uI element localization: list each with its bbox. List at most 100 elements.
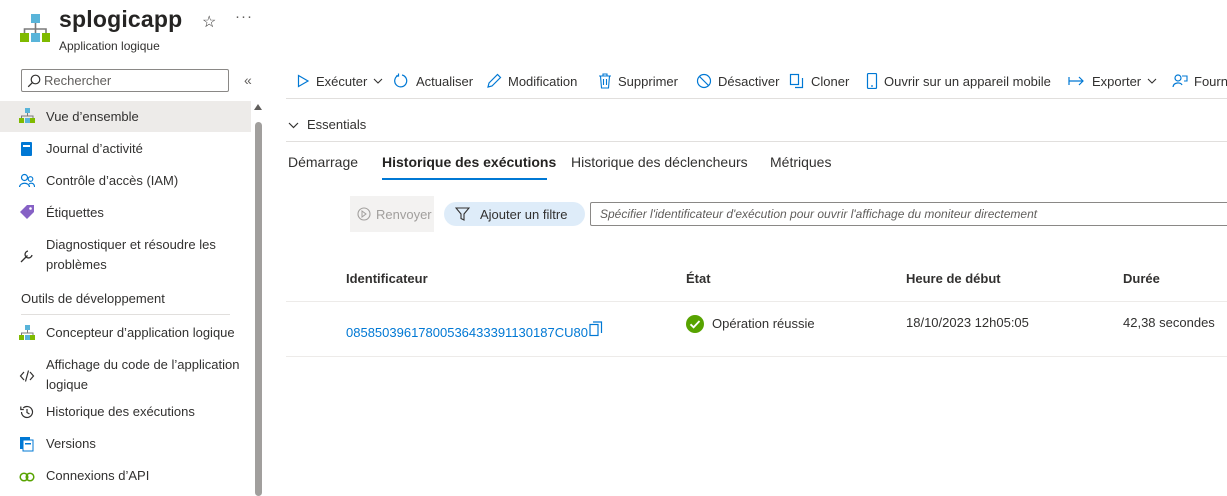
play-icon <box>297 74 310 88</box>
sidebar-item-iam[interactable]: Contrôle d’accès (IAM) <box>0 171 251 191</box>
active-tab-indicator <box>382 178 547 180</box>
page-subtitle: Application logique <box>59 39 160 53</box>
filter-icon <box>455 207 470 221</box>
sidebar-item-diagnose[interactable]: Diagnostiquer et résoudre les problèmes <box>0 235 251 275</box>
status-text: Opération réussie <box>712 316 815 331</box>
sidebar-item-label: Étiquettes <box>46 205 104 220</box>
clone-icon <box>789 73 804 89</box>
disable-label: Désactiver <box>718 73 780 89</box>
pencil-icon <box>487 73 502 88</box>
delete-button[interactable]: Supprimer <box>598 68 678 94</box>
sidebar-item-tags[interactable]: Étiquettes <box>0 203 251 223</box>
export-button[interactable]: Exporter <box>1068 68 1157 94</box>
run-button[interactable]: Exécuter <box>296 68 383 94</box>
column-header-status[interactable]: État <box>686 271 711 286</box>
essentials-toggle[interactable]: Essentials <box>288 117 366 132</box>
table-row-divider <box>286 356 1227 357</box>
scroll-up-arrow-icon[interactable] <box>254 104 262 110</box>
chevron-down-icon <box>288 122 299 128</box>
clone-label: Cloner <box>811 73 850 89</box>
column-header-start-time[interactable]: Heure de début <box>906 271 1001 286</box>
favorite-star-icon[interactable]: ☆ <box>202 12 216 32</box>
logic-app-icon <box>20 14 50 46</box>
sidebar-item-label: Vue d’ensemble <box>46 109 139 124</box>
sidebar-item-label: Connexions d’API <box>46 468 150 483</box>
start-time: 18/10/2023 12h05:05 <box>906 315 1029 330</box>
clone-button[interactable]: Cloner <box>789 68 849 94</box>
disable-button[interactable]: Désactiver <box>696 68 779 94</box>
sidebar-scrollbar-thumb[interactable] <box>255 122 262 496</box>
run-label: Exécuter <box>316 73 368 89</box>
feedback-button[interactable]: Fourn <box>1172 68 1227 94</box>
resend-icon <box>357 207 371 221</box>
section-divider <box>21 314 230 315</box>
tab-trigger-history[interactable]: Historique des déclencheurs <box>571 154 748 170</box>
sidebar-item-label: Historique des exécutions <box>46 404 195 419</box>
column-header-identifier[interactable]: Identificateur <box>346 271 428 286</box>
trash-icon <box>599 73 611 89</box>
export-label: Exporter <box>1092 73 1142 89</box>
essentials-label: Essentials <box>307 117 367 132</box>
more-options-icon[interactable]: ··· <box>235 8 253 25</box>
delete-label: Supprimer <box>618 73 678 89</box>
activity-log-icon <box>19 141 35 157</box>
success-check-icon <box>686 315 704 333</box>
edit-label: Modification <box>508 73 578 89</box>
command-bar: Exécuter Actualiser Modification Supprim… <box>286 68 1227 94</box>
logic-app-icon <box>19 108 35 124</box>
refresh-icon <box>394 73 408 88</box>
sidebar-item-designer[interactable]: Concepteur d’application logique <box>0 323 251 343</box>
edit-button[interactable]: Modification <box>486 68 577 94</box>
table-header-divider <box>286 301 1227 302</box>
disable-icon <box>696 73 712 89</box>
sidebar-item-label: Contrôle d’accès (IAM) <box>46 173 179 188</box>
collapse-sidebar-icon[interactable]: « <box>244 72 252 88</box>
page-title: splogicapp <box>59 6 183 32</box>
api-connections-icon <box>19 468 35 484</box>
run-id-link[interactable]: 08585039617800536433391130187CU80 <box>346 325 588 340</box>
open-mobile-label: Ouvrir sur un appareil mobile <box>884 73 1051 89</box>
export-icon <box>1068 76 1084 86</box>
sidebar-item-activity-log[interactable]: Journal d’activité <box>0 139 251 159</box>
sidebar-item-versions[interactable]: Versions <box>0 434 251 454</box>
toolbar-divider <box>286 98 1227 99</box>
section-header-dev-tools: Outils de développement <box>21 291 165 306</box>
search-input[interactable] <box>44 71 224 90</box>
open-mobile-button[interactable]: Ouvrir sur un appareil mobile <box>866 68 1051 94</box>
sidebar-item-run-history[interactable]: Historique des exécutions <box>0 402 251 422</box>
feedback-icon <box>1172 74 1188 88</box>
duration: 42,38 secondes <box>1123 315 1215 330</box>
copy-icon[interactable] <box>589 321 603 337</box>
sidebar-item-label: Versions <box>46 436 96 451</box>
sidebar-search[interactable] <box>21 69 229 92</box>
sidebar-item-code-view[interactable]: Affichage du code de l’application logiq… <box>0 355 251 395</box>
versions-icon <box>19 436 35 452</box>
essentials-divider <box>286 141 1227 142</box>
wrench-icon <box>19 248 35 264</box>
resend-button[interactable]: Renvoyer <box>350 196 434 232</box>
sidebar-item-label: Journal d’activité <box>46 141 143 156</box>
tab-metrics[interactable]: Métriques <box>770 154 831 170</box>
resend-label: Renvoyer <box>376 206 432 222</box>
sidebar-item-label: Concepteur d’application logique <box>46 325 235 340</box>
run-id-input[interactable] <box>591 203 1227 225</box>
sidebar-item-overview[interactable]: Vue d’ensemble <box>0 101 251 132</box>
add-filter-label: Ajouter un filtre <box>480 206 568 222</box>
people-icon <box>19 173 35 189</box>
tag-icon <box>19 205 35 221</box>
column-header-duration[interactable]: Durée <box>1123 271 1160 286</box>
tab-runs-history[interactable]: Historique des exécutions <box>382 154 556 170</box>
refresh-label: Actualiser <box>416 73 474 89</box>
feedback-label: Fourn <box>1194 73 1227 89</box>
code-icon <box>19 368 35 384</box>
chevron-down-icon <box>1147 78 1157 84</box>
add-filter-button[interactable]: Ajouter un filtre <box>444 202 585 226</box>
sidebar-item-api-connections[interactable]: Connexions d’API <box>0 466 251 486</box>
designer-icon <box>19 325 35 341</box>
tab-getting-started[interactable]: Démarrage <box>288 154 358 170</box>
sidebar-item-label: Diagnostiquer et résoudre les problèmes <box>46 237 216 272</box>
history-icon <box>19 404 35 420</box>
run-id-field[interactable] <box>590 202 1227 226</box>
chevron-down-icon <box>373 78 383 84</box>
refresh-button[interactable]: Actualiser <box>394 68 473 94</box>
